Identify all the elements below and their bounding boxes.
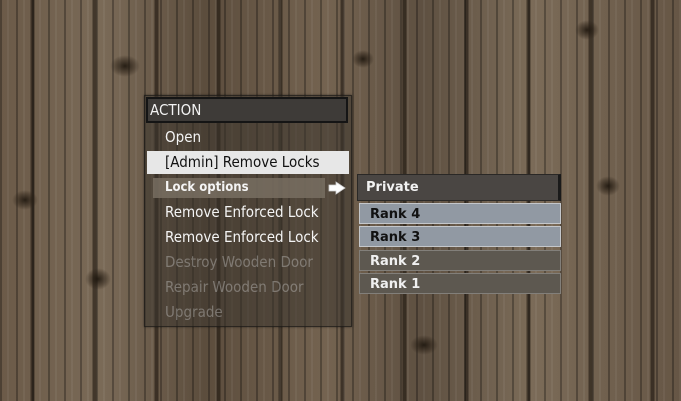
lock-options-submenu: Private Rank 4 Rank 3 Rank 2 Rank 1	[357, 174, 561, 296]
submenu-item-rank-4[interactable]: Rank 4	[359, 203, 561, 224]
wood-knot	[110, 55, 140, 77]
menu-item-admin-remove-locks[interactable]: [Admin] Remove Locks	[147, 151, 349, 174]
menu-item-destroy-wooden-door[interactable]: Destroy Wooden Door	[147, 251, 349, 274]
menu-item-remove-enforced-lock[interactable]: Remove Enforced Lock	[147, 226, 349, 249]
wood-knot	[12, 190, 38, 210]
wood-knot	[85, 268, 111, 290]
submenu-item-rank-2[interactable]: Rank 2	[359, 250, 561, 271]
action-menu: ACTION Open [Admin] Remove Locks Lock op…	[144, 95, 352, 327]
submenu-item-rank-3[interactable]: Rank 3	[359, 226, 561, 247]
wood-knot	[575, 20, 599, 40]
wood-knot	[410, 335, 438, 355]
wood-knot	[596, 176, 620, 196]
menu-item-open[interactable]: Open	[147, 126, 349, 149]
menu-item-repair-wooden-door[interactable]: Repair Wooden Door	[147, 276, 349, 299]
menu-title: ACTION	[146, 97, 348, 123]
pointing-hand-arrow-icon	[328, 181, 346, 195]
submenu-item-rank-1[interactable]: Rank 1	[359, 273, 561, 294]
menu-item-lock-options[interactable]: Lock options	[153, 178, 325, 198]
submenu-title-private[interactable]: Private	[357, 174, 561, 201]
menu-item-remove-enforced-lock[interactable]: Remove Enforced Lock	[147, 201, 349, 224]
menu-item-upgrade[interactable]: Upgrade	[147, 301, 349, 324]
wood-knot	[352, 50, 374, 68]
